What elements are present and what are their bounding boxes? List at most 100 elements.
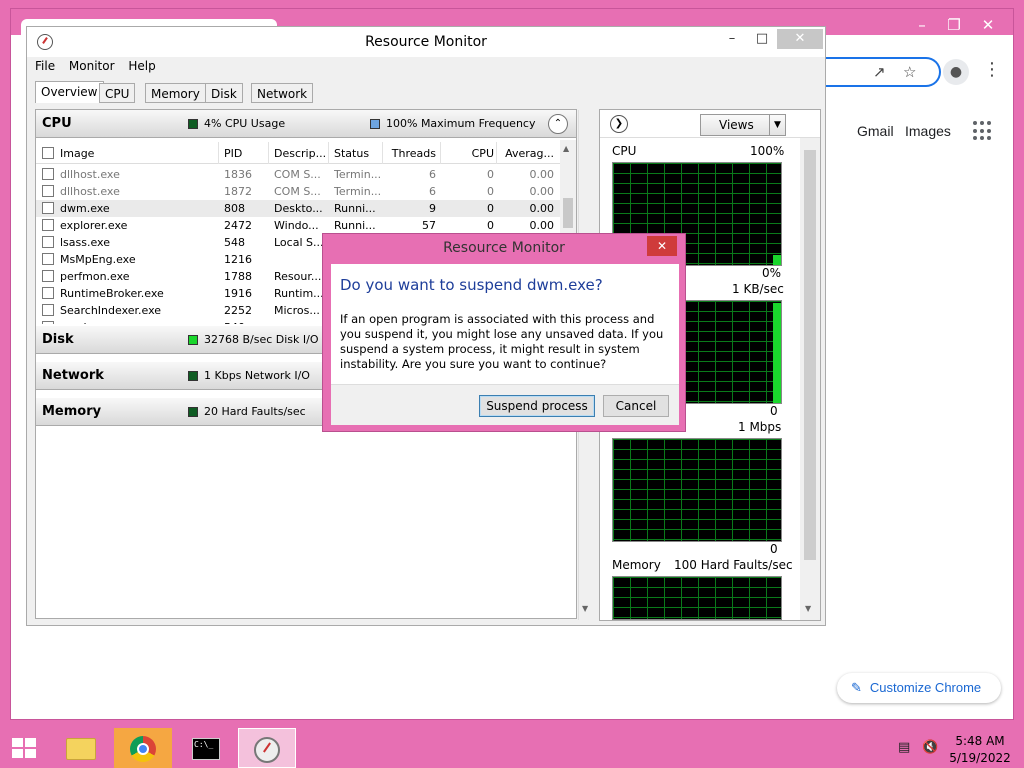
process-pid: 1916 (224, 287, 252, 300)
start-button[interactable] (0, 728, 50, 768)
chevron-up-icon[interactable]: ⌃ (548, 114, 568, 134)
chrome-close-button[interactable]: ✕ (973, 15, 1003, 35)
network-graph-min: 0 (770, 542, 778, 556)
star-icon[interactable]: ☆ (903, 63, 916, 81)
graph-scrollbar[interactable]: ▼ (800, 138, 820, 620)
kebab-menu-icon[interactable]: ⋮ (983, 59, 1001, 80)
scroll-down-icon[interactable]: ▼ (805, 604, 811, 613)
table-row[interactable]: dwm.exe 808 Deskto... Runni... 9 0 0.00 (36, 200, 560, 217)
gmail-link[interactable]: Gmail (857, 123, 894, 139)
column-threads[interactable]: Threads (388, 147, 436, 160)
process-pid: 2472 (224, 219, 252, 232)
process-description: Micros... (274, 304, 320, 317)
hard-faults-indicator (188, 407, 198, 417)
images-link[interactable]: Images (905, 123, 951, 139)
select-all-checkbox[interactable] (42, 147, 54, 159)
column-cpu[interactable]: CPU (446, 147, 494, 160)
tab-overview[interactable]: Overview (35, 81, 104, 103)
taskbar-command-prompt[interactable]: C:\_ (176, 728, 234, 768)
disk-graph-min: 0 (770, 404, 778, 418)
address-bar[interactable]: ↗ ☆ (811, 57, 941, 87)
row-checkbox[interactable] (42, 202, 54, 214)
row-checkbox[interactable] (42, 168, 54, 180)
clock-time[interactable]: 5:48 AM (944, 734, 1016, 748)
table-row[interactable]: explorer.exe 2472 Windo... Runni... 57 0 0.00 (36, 217, 560, 234)
tab-memory[interactable]: Memory (145, 83, 206, 103)
column-status[interactable]: Status (334, 147, 386, 160)
taskbar-file-explorer[interactable] (52, 728, 110, 768)
row-checkbox[interactable] (42, 304, 54, 316)
menu-help[interactable]: Help (128, 59, 155, 73)
process-pid: 1788 (224, 270, 252, 283)
process-status: Termin... (334, 168, 382, 181)
process-description: Resour... (274, 270, 322, 283)
row-checkbox[interactable] (42, 270, 54, 282)
chrome-maximize-button[interactable]: ❐ (939, 15, 969, 35)
tab-network[interactable]: Network (251, 83, 314, 103)
process-image: MsMpEng.exe (60, 253, 136, 266)
process-image: perfmon.exe (60, 270, 130, 283)
table-row[interactable]: dllhost.exe 1872 COM S... Termin... 6 0 0.00 (36, 183, 560, 200)
disk-io: 32768 B/sec Disk I/O (204, 333, 319, 346)
process-pid: 2252 (224, 304, 252, 317)
process-image: lsass.exe (60, 236, 110, 249)
dialog-message: If an open program is associated with th… (340, 312, 664, 371)
row-checkbox[interactable] (42, 321, 54, 324)
minimize-button[interactable]: – (717, 29, 747, 49)
cancel-button[interactable]: Cancel (603, 395, 669, 417)
row-checkbox[interactable] (42, 253, 54, 265)
apps-grid-icon[interactable] (973, 121, 993, 141)
menu-monitor[interactable]: Monitor (69, 59, 115, 73)
column-pid[interactable]: PID (224, 147, 268, 160)
network-icon[interactable]: ▤ (898, 740, 910, 755)
dropdown-arrow-icon[interactable]: ▼ (769, 115, 785, 135)
process-description: Runtim... (274, 287, 324, 300)
scroll-down-icon[interactable]: ▼ (582, 604, 588, 613)
table-row[interactable]: dllhost.exe 1836 COM S... Termin... 6 0 0.00 (36, 166, 560, 183)
taskbar-resource-monitor[interactable] (238, 728, 296, 768)
tab-cpu[interactable]: CPU (99, 83, 136, 103)
column-average[interactable]: Averag... (498, 147, 554, 160)
suspend-process-button[interactable]: Suspend process (479, 395, 595, 417)
column-description[interactable]: Descrip... (274, 147, 326, 160)
share-icon[interactable]: ↗ (873, 63, 886, 81)
process-cpu: 0 (487, 219, 494, 232)
maximize-button[interactable]: □ (747, 29, 777, 49)
taskbar: C:\_ (0, 728, 1024, 768)
process-description: COM S... (274, 185, 321, 198)
column-image[interactable]: Image (60, 147, 220, 160)
tab-disk[interactable]: Disk (205, 83, 243, 103)
process-description: Windo... (274, 219, 319, 232)
scroll-thumb[interactable] (804, 150, 816, 560)
views-button[interactable]: Views ▼ (700, 114, 786, 136)
process-average-cpu: 0.00 (529, 168, 555, 181)
scroll-up-icon[interactable]: ▲ (563, 144, 569, 153)
dialog-close-button[interactable]: ✕ (647, 236, 677, 256)
row-checkbox[interactable] (42, 287, 54, 299)
clock-date[interactable]: 5/19/2022 (944, 751, 1016, 765)
cpu-usage: 4% CPU Usage (204, 117, 286, 130)
profile-icon[interactable]: ● (943, 59, 969, 85)
volume-muted-icon[interactable]: 🔇 (922, 740, 938, 755)
dialog-footer: Suspend process Cancel (331, 384, 679, 425)
process-description: Deskto... (274, 202, 323, 215)
process-cpu: 0 (487, 202, 494, 215)
row-checkbox[interactable] (42, 185, 54, 197)
chrome-minimize-button[interactable]: – (907, 15, 937, 35)
views-label: Views (719, 118, 754, 132)
process-image: dwm.exe (60, 202, 110, 215)
scroll-thumb[interactable] (563, 198, 573, 228)
customize-chrome-button[interactable]: ✎ Customize Chrome (837, 673, 1001, 703)
graph-toolbar: ❯ Views ▼ (600, 110, 820, 138)
taskbar-chrome[interactable] (114, 728, 172, 768)
cpu-section-header[interactable]: CPU 4% CPU Usage 100% Maximum Frequency … (36, 110, 576, 138)
row-checkbox[interactable] (42, 219, 54, 231)
title-bar[interactable]: Resource Monitor – □ ✕ (27, 27, 825, 57)
cpu-frequency: 100% Maximum Frequency (386, 117, 536, 130)
folder-icon (66, 738, 96, 760)
row-checkbox[interactable] (42, 236, 54, 248)
close-button[interactable]: ✕ (777, 29, 823, 49)
chevron-right-icon[interactable]: ❯ (610, 115, 628, 133)
menu-file[interactable]: File (35, 59, 55, 73)
cpu-graph-line (773, 255, 781, 265)
